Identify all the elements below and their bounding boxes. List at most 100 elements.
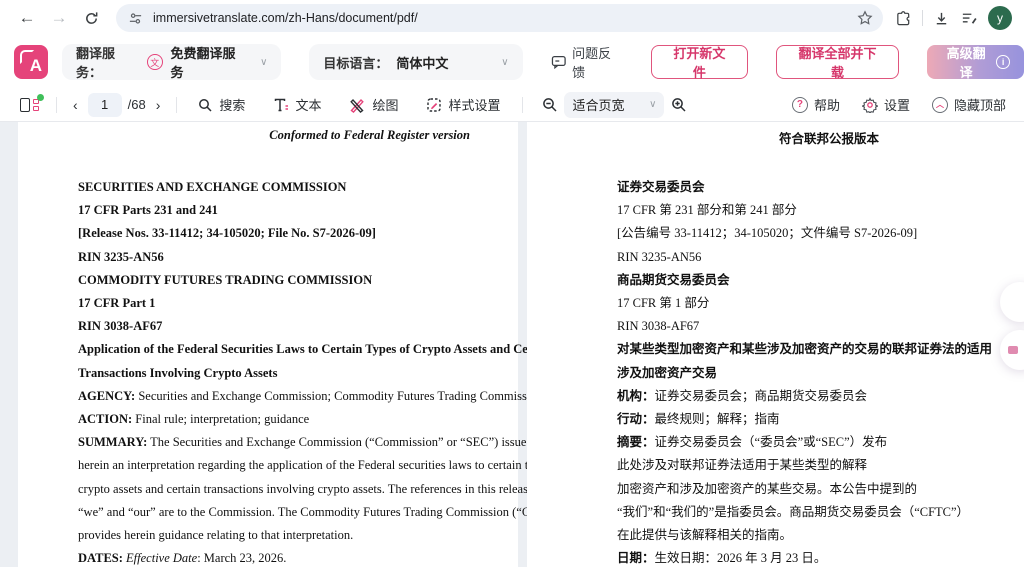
style-settings-label: 样式设置	[448, 95, 500, 114]
search-icon	[197, 97, 213, 113]
page-english: Conformed to Federal Register version SE…	[18, 122, 518, 567]
translate-all-download-button[interactable]: 翻译全部并下载	[776, 45, 899, 79]
text-tool-button[interactable]: 文本	[273, 95, 321, 114]
chevron-down-icon: ∨	[260, 57, 267, 68]
feedback-button[interactable]: 问题反馈	[551, 43, 623, 81]
doc-line: Transactions Involving Crypto Assets	[78, 362, 490, 385]
doc-line: crypto assets and certain transactions i…	[78, 478, 490, 501]
style-settings-button[interactable]: 样式设置	[426, 95, 500, 114]
doc-line: 行动：最终规则；解释；指南	[617, 408, 1017, 431]
help-icon: ?	[792, 97, 808, 113]
target-language-value: 简体中文	[396, 53, 448, 72]
doc-line: SECURITIES AND EXCHANGE COMMISSION	[78, 176, 490, 199]
thumbnails-panel-icon[interactable]	[20, 96, 44, 114]
doc-line: RIN 3235-AN56	[617, 246, 1017, 269]
extensions-icon[interactable]	[895, 10, 912, 27]
download-icon[interactable]	[933, 10, 950, 27]
doc-line: RIN 3235-AN56	[78, 246, 490, 269]
doc-line: COMMODITY FUTURES TRADING COMMISSION	[78, 269, 490, 292]
doc-line: 证券交易委员会	[617, 176, 1017, 199]
zoom-out-icon[interactable]	[541, 96, 558, 113]
chevron-up-circle-icon: ︿	[932, 97, 948, 113]
url-text[interactable]: immersivetranslate.com/zh-Hans/document/…	[153, 11, 857, 25]
target-language-label: 目标语言：	[323, 53, 388, 72]
text-tool-label: 文本	[295, 95, 321, 114]
reading-list-icon[interactable]	[960, 10, 978, 27]
doc-line: ACTION: Final rule; interpretation; guid…	[78, 408, 490, 431]
info-icon: i	[996, 55, 1010, 69]
translate-toolbar: A 翻译服务： 文 免费翻译服务 ∨ 目标语言： 简体中文 ∨ 问题反馈 打开新…	[0, 36, 1024, 88]
style-settings-icon	[426, 97, 442, 113]
zoom-in-icon[interactable]	[670, 96, 687, 113]
prev-page-icon[interactable]: ‹	[69, 97, 82, 113]
document-body-en: SECURITIES AND EXCHANGE COMMISSION17 CFR…	[78, 176, 490, 567]
chevron-down-icon: ∨	[649, 99, 656, 110]
doc-line: “我们”和“我们的”是指委员会。商品期货交易委员会（“CFTC”）	[617, 501, 1017, 524]
forward-icon[interactable]: →	[46, 5, 72, 31]
comment-icon	[551, 54, 567, 70]
mini-logo-icon	[1008, 346, 1018, 354]
doc-line: 在此提供与该解释相关的指南。	[617, 524, 1017, 547]
pdf-viewer: Conformed to Federal Register version SE…	[0, 122, 1024, 567]
doc-line: AGENCY: Securities and Exchange Commissi…	[78, 385, 490, 408]
help-label: 帮助	[814, 95, 840, 114]
gear-icon	[862, 97, 878, 113]
pro-translate-button[interactable]: 高级翻译 i	[927, 45, 1024, 79]
target-language-select[interactable]: 目标语言： 简体中文 ∨	[309, 44, 522, 80]
translation-service-select[interactable]: 翻译服务： 文 免费翻译服务 ∨	[62, 44, 281, 80]
doc-line: 摘要：证券交易委员会（“委员会”或“SEC”）发布	[617, 431, 1017, 454]
hide-top-button[interactable]: ︿ 隐藏顶部	[932, 95, 1006, 114]
divider	[176, 97, 177, 113]
bookmark-star-icon[interactable]	[857, 10, 873, 26]
immersive-translate-logo-icon[interactable]: A	[14, 45, 48, 79]
hide-top-label: 隐藏顶部	[954, 95, 1006, 114]
draw-icon	[349, 97, 366, 113]
doc-line: 商品期货交易委员会	[617, 269, 1017, 292]
doc-line: 17 CFR 第 231 部分和第 241 部分	[617, 199, 1017, 222]
next-page-icon[interactable]: ›	[152, 97, 165, 113]
search-button[interactable]: 搜索	[197, 95, 245, 114]
doc-line: 此处涉及对联邦证券法适用于某些类型的解释	[617, 454, 1017, 477]
doc-line: 17 CFR Parts 231 and 241	[78, 199, 490, 222]
notification-dot	[37, 94, 44, 101]
doc-line: 加密资产和涉及加密资产的某些交易。本公告中提到的	[617, 478, 1017, 501]
doc-line: 涉及加密资产交易	[617, 362, 1017, 385]
page-chinese: 符合联邦公报版本 证券交易委员会17 CFR 第 231 部分和第 241 部分…	[527, 122, 1024, 567]
back-icon[interactable]: ←	[14, 5, 40, 31]
doc-line: 17 CFR Part 1	[78, 292, 490, 315]
settings-button[interactable]: 设置	[862, 95, 910, 114]
open-new-file-button[interactable]: 打开新文件	[651, 45, 748, 79]
doc-line: 对某些类型加密资产和某些涉及加密资产的交易的联邦证券法的适用	[617, 338, 1017, 361]
fit-width-select[interactable]: 适合页宽 ∨	[564, 92, 664, 118]
doc-line: 17 CFR 第 1 部分	[617, 292, 1017, 315]
search-label: 搜索	[219, 95, 245, 114]
pro-translate-label: 高级翻译	[941, 43, 992, 81]
chevron-down-icon: ∨	[501, 57, 508, 68]
text-tool-icon	[273, 97, 289, 113]
doc-line: provides herein guidance relating to tha…	[78, 524, 490, 547]
help-button[interactable]: ? 帮助	[792, 95, 840, 114]
doc-line: SUMMARY: The Securities and Exchange Com…	[78, 431, 490, 454]
doc-line: 机构：证券交易委员会；商品期货交易委员会	[617, 385, 1017, 408]
doc-line: Application of the Federal Securities La…	[78, 338, 490, 361]
service-value: 免费翻译服务	[171, 43, 247, 81]
doc-line: herein an interpretation regarding the a…	[78, 454, 490, 477]
document-body-zh: 证券交易委员会17 CFR 第 231 部分和第 241 部分[公告编号 33-…	[617, 176, 1017, 567]
logo-letter: A	[30, 56, 42, 76]
fit-width-value: 适合页宽	[572, 95, 624, 114]
url-bar[interactable]: immersivetranslate.com/zh-Hans/document/…	[116, 4, 883, 32]
doc-line: 日期：生效日期：2026 年 3 月 23 日。	[617, 547, 1017, 567]
doc-line: RIN 3038-AF67	[617, 315, 1017, 338]
doc-line: RIN 3038-AF67	[78, 315, 490, 338]
service-icon: 文	[147, 54, 163, 70]
conformed-note-zh: 符合联邦公报版本	[779, 128, 879, 147]
divider	[522, 97, 523, 113]
doc-line: [公告编号 33-11412；34-105020；文件编号 S7-2026-09…	[617, 222, 1017, 245]
draw-tool-button[interactable]: 绘图	[349, 95, 398, 114]
page-total-label: /68	[128, 97, 146, 112]
profile-avatar[interactable]: y	[988, 6, 1012, 30]
reload-icon[interactable]	[78, 5, 104, 31]
site-settings-icon[interactable]	[128, 11, 143, 26]
conformed-note-en: Conformed to Federal Register version	[269, 128, 470, 143]
page-number-input[interactable]	[88, 93, 122, 117]
